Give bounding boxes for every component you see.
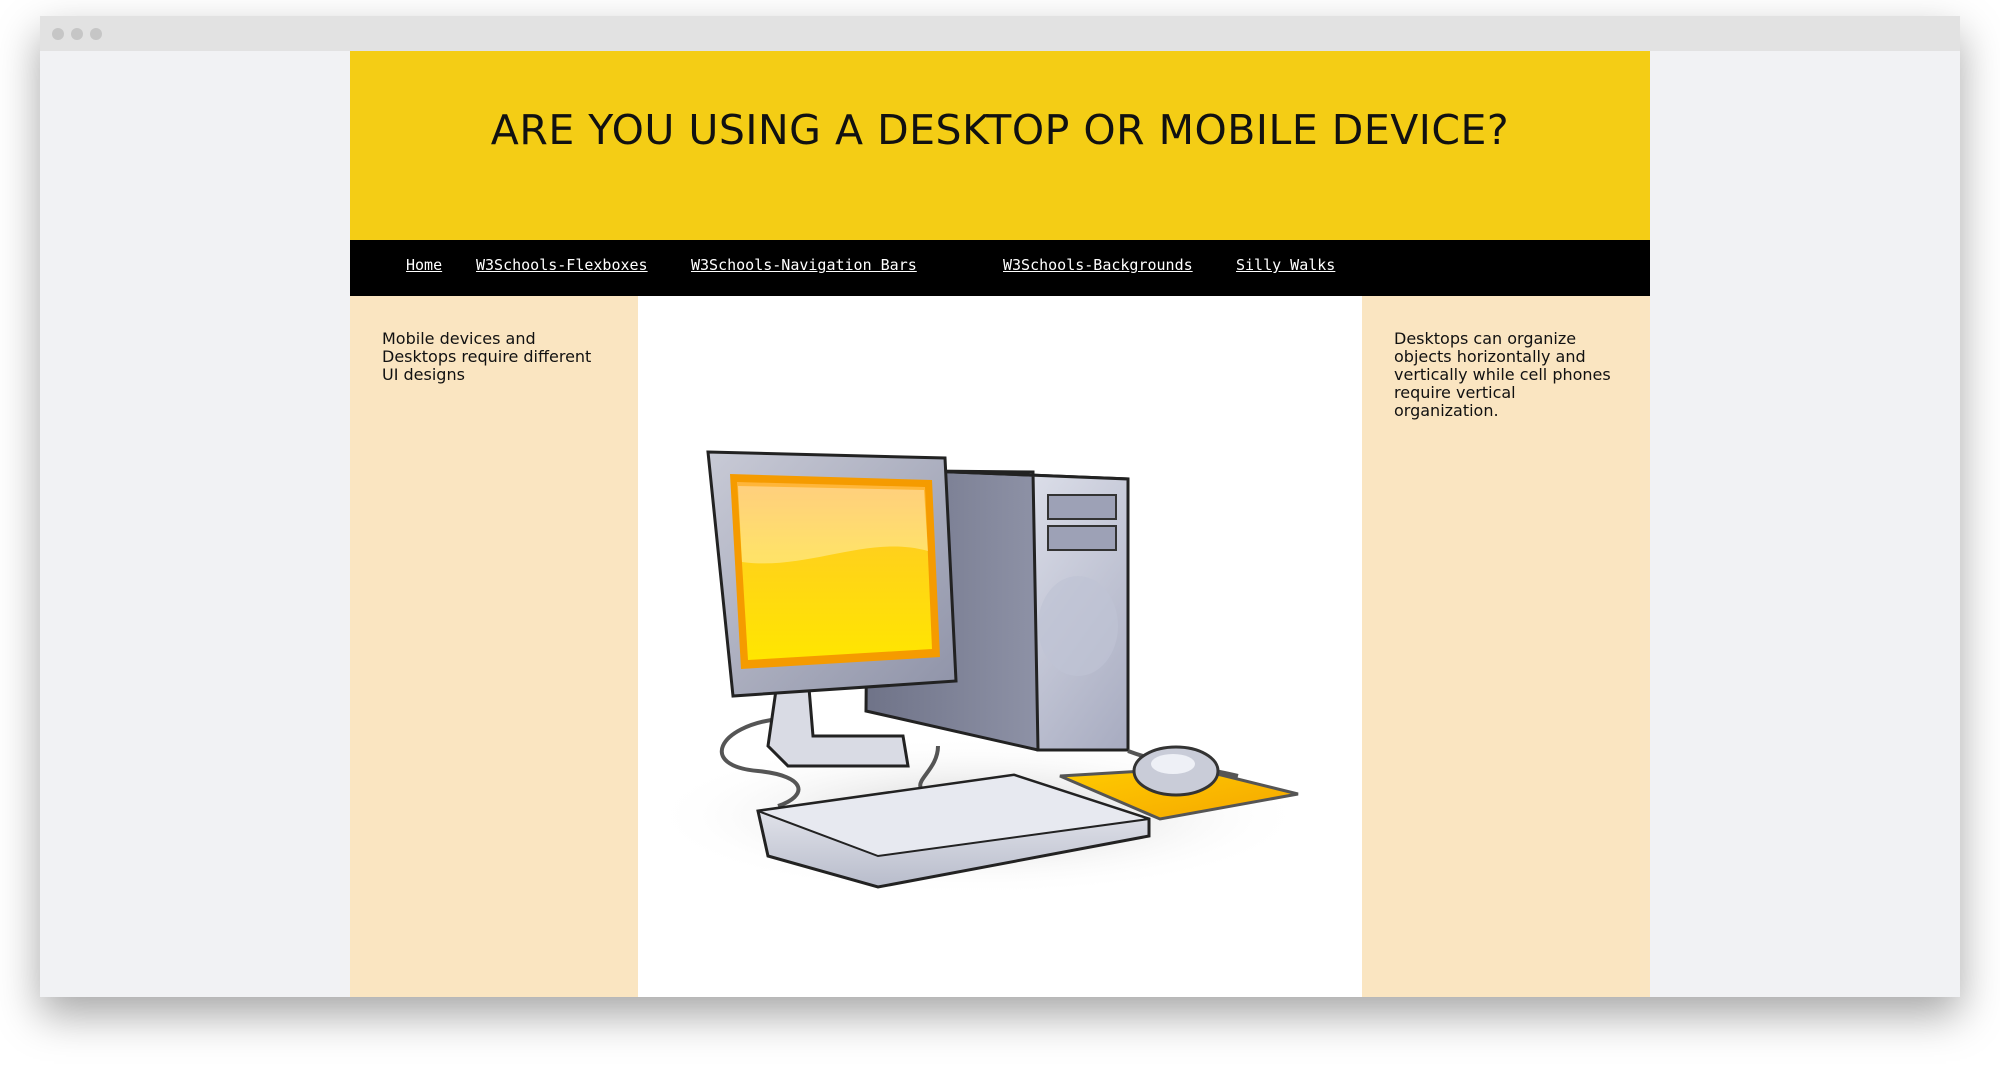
left-panel: Mobile devices and Desktops require diff… bbox=[350, 296, 638, 997]
web-page: ARE YOU USING A DESKTOP OR MOBILE DEVICE… bbox=[350, 51, 1650, 997]
page-title: ARE YOU USING A DESKTOP OR MOBILE DEVICE… bbox=[490, 105, 1510, 154]
window-close-dot[interactable] bbox=[52, 28, 64, 40]
nav-link-home[interactable]: Home bbox=[406, 256, 442, 274]
browser-window: ARE YOU USING A DESKTOP OR MOBILE DEVICE… bbox=[40, 16, 1960, 997]
main-content bbox=[638, 296, 1362, 997]
window-maximize-dot[interactable] bbox=[90, 28, 102, 40]
right-panel: Desktops can organize objects horizontal… bbox=[1362, 296, 1650, 997]
left-panel-text: Mobile devices and Desktops require diff… bbox=[382, 329, 592, 384]
nav-link-navigation-bars[interactable]: W3Schools-Navigation Bars bbox=[691, 256, 917, 274]
desktop-computer-icon bbox=[648, 450, 1308, 896]
page-header: ARE YOU USING A DESKTOP OR MOBILE DEVICE… bbox=[350, 51, 1650, 240]
nav-link-silly-walks[interactable]: Silly Walks bbox=[1236, 256, 1335, 274]
window-minimize-dot[interactable] bbox=[71, 28, 83, 40]
right-panel-text: Desktops can organize objects horizontal… bbox=[1394, 329, 1611, 420]
nav-link-flexboxes[interactable]: W3Schools-Flexboxes bbox=[476, 256, 648, 274]
browser-titlebar bbox=[40, 16, 1960, 51]
nav-bar: Home W3Schools-Flexboxes W3Schools-Navig… bbox=[350, 240, 1650, 296]
nav-link-backgrounds[interactable]: W3Schools-Backgrounds bbox=[1003, 256, 1193, 274]
